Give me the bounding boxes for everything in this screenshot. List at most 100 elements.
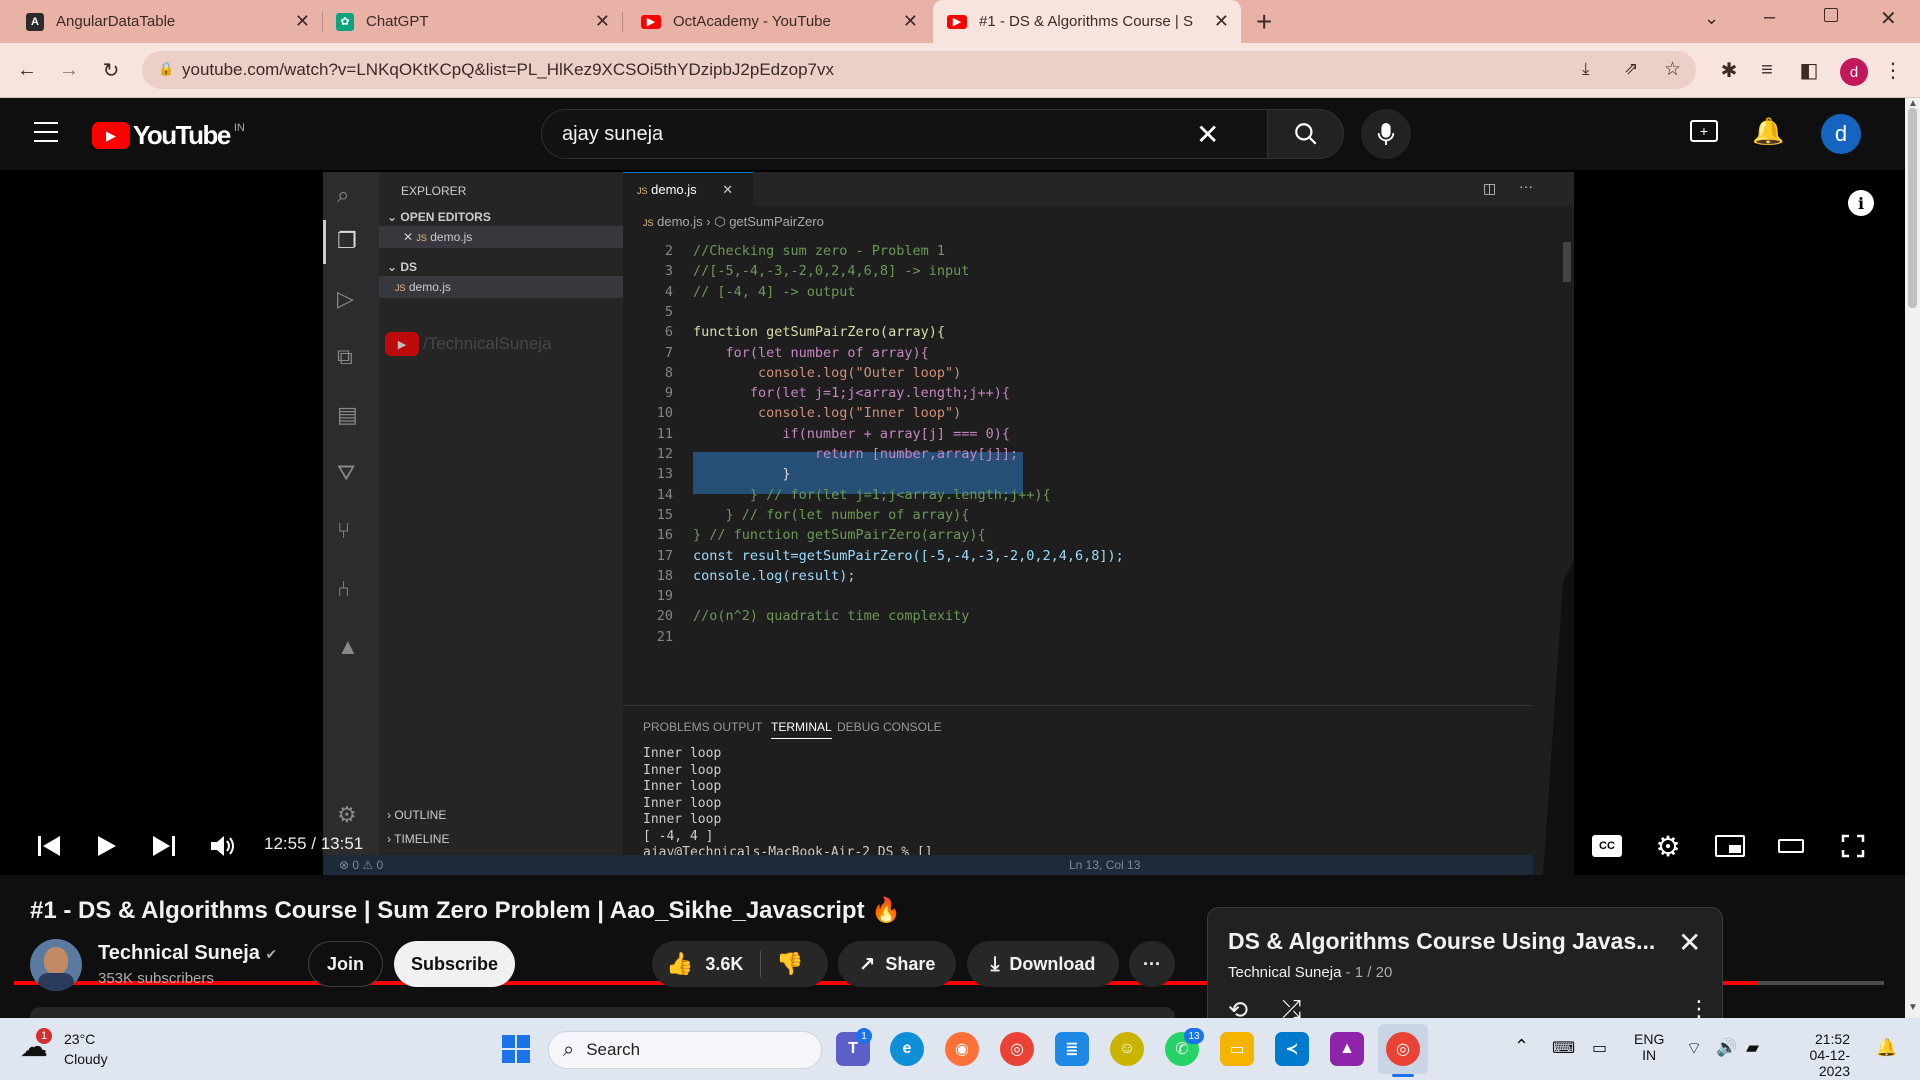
windows-start-icon[interactable] — [502, 1035, 530, 1063]
share-button[interactable]: ↗ Share — [838, 941, 956, 987]
scroll-thumb[interactable] — [1908, 108, 1917, 308]
chevron-up-icon[interactable]: ⌃ — [1514, 1036, 1529, 1057]
tab-octacademy[interactable]: ▶ OctAcademy - YouTube ✕ — [627, 0, 930, 43]
previous-button[interactable] — [26, 826, 72, 866]
next-button[interactable] — [141, 826, 187, 866]
account-avatar[interactable]: d — [1821, 114, 1861, 154]
notepad-icon[interactable]: ≣ — [1055, 1032, 1089, 1066]
like-count[interactable]: 3.6K — [705, 954, 743, 975]
edge-icon[interactable]: e — [890, 1032, 924, 1066]
speaker-icon[interactable]: 🔊 — [1716, 1038, 1737, 1058]
play-button[interactable] — [84, 826, 130, 866]
captions-button[interactable]: CC — [1584, 826, 1630, 866]
playlist-channel[interactable]: Technical Suneja — [1228, 964, 1341, 981]
hamburger-menu-icon[interactable] — [34, 122, 58, 142]
subscriber-count: 353K subscribers — [98, 970, 214, 987]
subscribe-button[interactable]: Subscribe — [394, 941, 515, 987]
back-icon[interactable]: ← — [12, 55, 42, 85]
voice-search-button[interactable] — [1361, 109, 1411, 159]
video-player[interactable]: ⌕ ❐ ▷ ⧉ ▤ ⛛ ⑂ ⑃ ▲ ⚙ EXPLORER ⌄ OPEN EDIT… — [0, 170, 1905, 985]
code-text: //[-5,-4,-3,-2,0,2,4,6,8] -> input — [693, 263, 970, 280]
tab-ds-algorithms[interactable]: ▶ #1 - DS & Algorithms Course | S ✕ — [933, 0, 1241, 43]
more-actions-icon: ··· — [1519, 178, 1533, 194]
new-tab-button[interactable]: + — [1256, 6, 1272, 38]
tab-chatgpt[interactable]: ✿ ChatGPT ✕ — [322, 0, 622, 43]
chevron-down-icon[interactable]: ⌄ — [1704, 8, 1719, 29]
folder-file-item: JS demo.js — [395, 280, 451, 294]
code-text: console.log(result); — [693, 567, 856, 584]
volume-button[interactable] — [200, 826, 246, 866]
line-number: 12 — [656, 446, 673, 462]
whatsapp-badge: 13 — [1184, 1028, 1204, 1044]
fullscreen-button[interactable] — [1830, 826, 1876, 866]
media-control-icon[interactable]: ≡ — [1752, 55, 1782, 85]
chrome-profile-icon[interactable]: ◎ — [1386, 1032, 1420, 1066]
line-number: 21 — [656, 628, 673, 645]
address-bar[interactable]: 🔒 youtube.com/watch?v=LNKqOKtKCpQ&list=P… — [142, 51, 1696, 89]
vscode-icon[interactable]: ≺ — [1275, 1032, 1309, 1066]
line-number: 3 — [664, 263, 673, 280]
close-icon[interactable]: ✕ — [1214, 11, 1229, 32]
file-explorer-icon[interactable]: ▭ — [1220, 1032, 1254, 1066]
scroll-down-arrow[interactable]: ▼ — [1908, 1002, 1918, 1013]
app-icon[interactable]: ☺ — [1110, 1032, 1144, 1066]
reload-icon[interactable]: ↻ — [96, 55, 126, 85]
profile-avatar[interactable]: d — [1840, 58, 1868, 86]
forward-icon[interactable]: → — [54, 55, 84, 85]
theater-mode-button[interactable] — [1768, 826, 1814, 866]
bookmark-star-icon[interactable]: ☆ — [1664, 58, 1681, 81]
join-button[interactable]: Join — [308, 941, 383, 987]
close-window-button[interactable]: ✕ — [1880, 6, 1897, 31]
clear-search-icon[interactable]: ✕ — [1196, 118, 1219, 151]
tab-angulardatatable[interactable]: A AngularDataTable ✕ — [12, 0, 322, 43]
channel-avatar[interactable] — [30, 939, 82, 991]
line-number: 14 — [656, 486, 673, 503]
extensions-icon[interactable]: ✱ — [1714, 55, 1744, 85]
description-box[interactable] — [30, 1007, 1175, 1018]
notifications-bell-icon[interactable]: 🔔 — [1752, 116, 1784, 147]
firefox-icon[interactable]: ◉ — [945, 1032, 979, 1066]
weather-temp[interactable]: 23°C — [64, 1031, 95, 1047]
app-triangle-icon[interactable]: ▲ — [1330, 1032, 1364, 1066]
install-icon[interactable]: ⤓ — [1582, 59, 1590, 79]
share-icon[interactable]: ⇗ — [1624, 59, 1638, 79]
close-playlist-icon[interactable]: ✕ — [1678, 926, 1701, 959]
page-scrollbar[interactable]: ▲ ▼ — [1905, 98, 1920, 1018]
close-icon[interactable]: ✕ — [595, 11, 610, 32]
channel-name[interactable]: Technical Suneja ✔ — [98, 942, 277, 965]
side-panel-icon[interactable]: ◧ — [1794, 55, 1824, 85]
menu-dots-icon[interactable]: ⋮ — [1878, 55, 1908, 85]
search-button[interactable] — [1268, 109, 1344, 159]
playlist-title[interactable]: DS & Algorithms Course Using Javas... — [1228, 928, 1655, 955]
taskbar-search-label: Search — [586, 1040, 641, 1059]
youtube-logo[interactable]: ▶ YouTube IN — [92, 120, 245, 151]
weather-desc[interactable]: Cloudy — [64, 1051, 108, 1067]
display-icon[interactable]: ▭ — [1592, 1038, 1607, 1058]
close-icon[interactable]: ✕ — [903, 11, 918, 32]
create-video-icon[interactable]: + — [1690, 120, 1718, 142]
search-input[interactable]: ajay suneja ✕ — [541, 109, 1268, 159]
chrome-icon[interactable]: ◎ — [1000, 1032, 1034, 1066]
notification-bell-icon[interactable]: 🔔 — [1876, 1038, 1897, 1058]
minimize-button[interactable]: – — [1764, 6, 1775, 29]
language-indicator[interactable]: ENG IN — [1634, 1031, 1664, 1063]
download-button[interactable]: ⤓ Download — [967, 941, 1119, 987]
taskbar-search[interactable]: ⌕ Search — [548, 1031, 822, 1069]
battery-icon[interactable]: ▰ — [1746, 1038, 1759, 1058]
keyboard-icon[interactable]: ⌨ — [1552, 1038, 1575, 1058]
wifi-icon[interactable]: ⌔ — [1686, 1038, 1702, 1059]
info-icon[interactable]: i — [1848, 190, 1874, 216]
settings-gear-icon: ⚙ — [337, 802, 357, 827]
thumbs-up-icon[interactable]: 👍 — [666, 951, 693, 977]
line-number: 15 — [656, 506, 673, 523]
close-icon[interactable]: ✕ — [295, 11, 310, 32]
folder-file-name: demo.js — [408, 280, 451, 294]
miniplayer-button[interactable] — [1707, 826, 1753, 866]
clock[interactable]: 21:52 04-12-2023 — [1790, 1031, 1850, 1079]
remote-explorer-icon: ▤ — [337, 402, 358, 427]
settings-button[interactable]: ⚙ — [1645, 826, 1691, 866]
code-text: // [-4, 4] -> output — [693, 283, 856, 300]
more-actions-button[interactable]: ··· — [1129, 941, 1175, 987]
thumbs-down-icon[interactable]: 👎 — [776, 951, 803, 977]
maximize-button[interactable] — [1824, 8, 1838, 22]
